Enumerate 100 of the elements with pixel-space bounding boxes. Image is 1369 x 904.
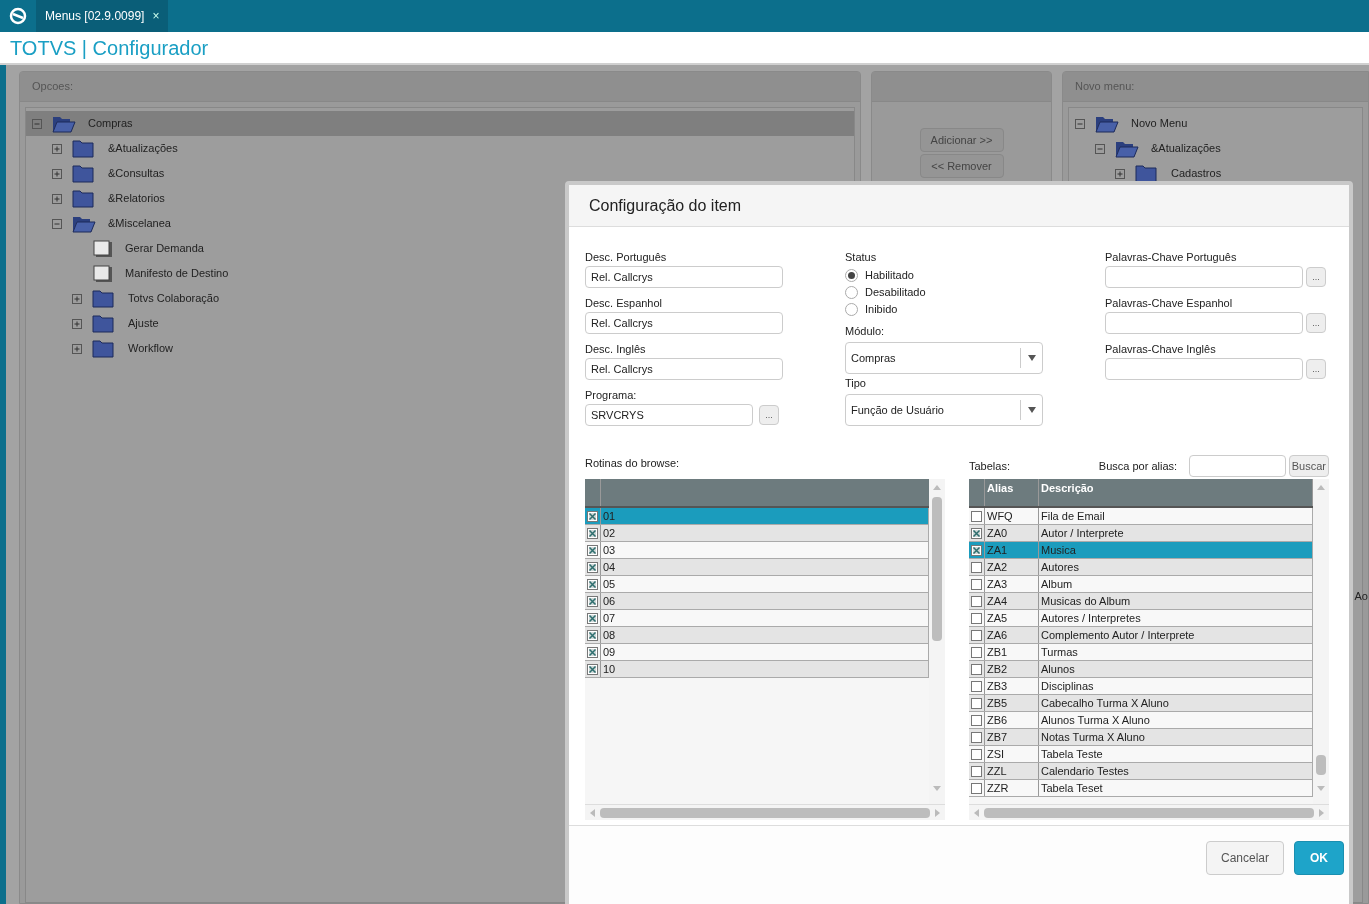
input-field[interactable]: Rel. Callcrys <box>585 312 783 334</box>
radio-button[interactable] <box>845 286 858 299</box>
horizontal-scrollbar[interactable] <box>969 804 1329 820</box>
checkbox-checked[interactable] <box>587 578 598 590</box>
checkbox-checked[interactable] <box>587 510 598 522</box>
tab-label[interactable]: Menus [02.9.0099] <box>45 7 145 25</box>
folder-icon <box>72 214 96 233</box>
grid-row[interactable]: 09 <box>585 644 929 661</box>
horizontal-scrollbar[interactable] <box>585 804 945 820</box>
table-cell: ZA5 <box>985 610 1039 626</box>
grid-row[interactable]: ZSI Tabela Teste <box>969 746 1313 763</box>
radio-selected[interactable] <box>845 269 858 282</box>
grid-row[interactable]: 03 <box>585 542 929 559</box>
grid-row[interactable]: ZA4 Musicas do Album <box>969 593 1313 610</box>
grid-row[interactable]: 10 <box>585 661 929 678</box>
checkbox[interactable] <box>971 748 982 760</box>
grid-row[interactable]: 01 <box>585 508 929 525</box>
grid-row[interactable]: ZA3 Album <box>969 576 1313 593</box>
table-cell-text: 06 <box>602 594 617 609</box>
grid-row[interactable]: ZA5 Autores / Interpretes <box>969 610 1313 627</box>
grid-row[interactable]: ZB6 Alunos Turma X Aluno <box>969 712 1313 729</box>
vertical-scrollbar[interactable] <box>929 479 945 804</box>
folder-icon <box>72 164 96 183</box>
checkbox-checked[interactable] <box>587 646 598 658</box>
grid-row[interactable]: ZB2 Alunos <box>969 661 1313 678</box>
input-field[interactable] <box>1105 266 1303 288</box>
grid-row[interactable]: ZA1 Musica <box>969 542 1313 559</box>
grid-row[interactable]: 05 <box>585 576 929 593</box>
grid-row[interactable]: WFQ Fila de Email <box>969 508 1313 525</box>
column-header[interactable]: Alias <box>985 479 1039 506</box>
checkbox[interactable] <box>971 578 982 590</box>
search-button[interactable]: Buscar <box>1288 455 1329 477</box>
table-cell-text: Turmas <box>1040 645 1079 660</box>
grid-row[interactable]: ZZR Tabela Teset <box>969 780 1313 797</box>
checkbox-checked[interactable] <box>971 544 982 556</box>
input-field[interactable]: SRVCRYS <box>585 404 753 426</box>
input-field[interactable] <box>1105 358 1303 380</box>
checkbox[interactable] <box>971 646 982 658</box>
checkbox[interactable] <box>971 663 982 675</box>
checkbox[interactable] <box>971 765 982 777</box>
checkbox[interactable] <box>971 782 982 794</box>
checkbox[interactable] <box>971 714 982 726</box>
browse-button[interactable]: ... <box>1306 313 1326 333</box>
browse-button[interactable]: ... <box>1306 359 1326 379</box>
checkbox[interactable] <box>971 561 982 573</box>
grid-row[interactable]: ZA6 Complemento Autor / Interprete <box>969 627 1313 644</box>
grid-row[interactable]: ZA0 Autor / Interprete <box>969 525 1313 542</box>
grid-row[interactable]: ZB3 Disciplinas <box>969 678 1313 695</box>
checkbox-checked[interactable] <box>587 612 598 624</box>
close-icon[interactable]: × <box>152 7 160 25</box>
input-field[interactable]: Rel. Callcrys <box>585 358 783 380</box>
checkbox[interactable] <box>971 629 982 641</box>
grid-row[interactable]: 04 <box>585 559 929 576</box>
scroll-thumb[interactable] <box>984 807 1314 818</box>
table-cell: ZB5 <box>985 695 1039 711</box>
radio-label: Inibido <box>865 302 898 318</box>
grid-row[interactable]: 08 <box>585 627 929 644</box>
input-field[interactable]: Rel. Callcrys <box>585 266 783 288</box>
grid-row[interactable]: ZB7 Notas Turma X Aluno <box>969 729 1313 746</box>
table-cell: ZZR <box>985 780 1039 796</box>
checkbox-checked[interactable] <box>587 629 598 641</box>
scroll-thumb[interactable] <box>932 497 942 641</box>
tree-item[interactable]: Compras <box>26 111 854 136</box>
table-cell: ZB7 <box>985 729 1039 745</box>
checkbox-checked[interactable] <box>587 595 598 607</box>
grid-row[interactable]: ZA2 Autores <box>969 559 1313 576</box>
radio-button[interactable] <box>845 303 858 316</box>
browse-button[interactable]: ... <box>759 405 779 425</box>
input-field[interactable] <box>1105 312 1303 334</box>
folder-icon <box>92 289 116 308</box>
checkbox[interactable] <box>971 680 982 692</box>
checkbox-checked[interactable] <box>587 561 598 573</box>
grid-row[interactable]: ZZL Calendario Testes <box>969 763 1313 780</box>
grid-row[interactable]: ZB5 Cabecalho Turma X Aluno <box>969 695 1313 712</box>
checkbox[interactable] <box>971 697 982 709</box>
checkbox[interactable] <box>971 612 982 624</box>
checkbox[interactable] <box>971 731 982 743</box>
app-title: TOTVS | Configurador <box>10 35 209 61</box>
checkbox[interactable] <box>971 510 982 522</box>
vertical-scrollbar[interactable] <box>1313 479 1329 804</box>
grid-row[interactable]: 06 <box>585 593 929 610</box>
cancel-button[interactable]: Cancelar <box>1206 841 1284 875</box>
grid-row[interactable]: ZB1 Turmas <box>969 644 1313 661</box>
checkbox[interactable] <box>971 595 982 607</box>
checkbox-checked[interactable] <box>971 527 982 539</box>
scroll-thumb[interactable] <box>600 807 930 818</box>
table-cell-text: 01 <box>602 509 617 524</box>
caret-icon <box>1027 407 1036 413</box>
checkbox-checked[interactable] <box>587 663 598 675</box>
scroll-thumb[interactable] <box>1316 755 1326 775</box>
dropdown[interactable]: Função de Usuário <box>845 394 1043 426</box>
browse-button[interactable]: ... <box>1306 267 1326 287</box>
grid-row[interactable]: 07 <box>585 610 929 627</box>
input-field[interactable] <box>1188 455 1286 477</box>
checkbox-checked[interactable] <box>587 527 598 539</box>
dropdown[interactable]: Compras <box>845 342 1043 374</box>
app-tab[interactable]: Menus [02.9.0099] × <box>36 0 169 32</box>
grid-row[interactable]: 02 <box>585 525 929 542</box>
scroll-left-icon <box>589 807 596 818</box>
checkbox-checked[interactable] <box>587 544 598 556</box>
